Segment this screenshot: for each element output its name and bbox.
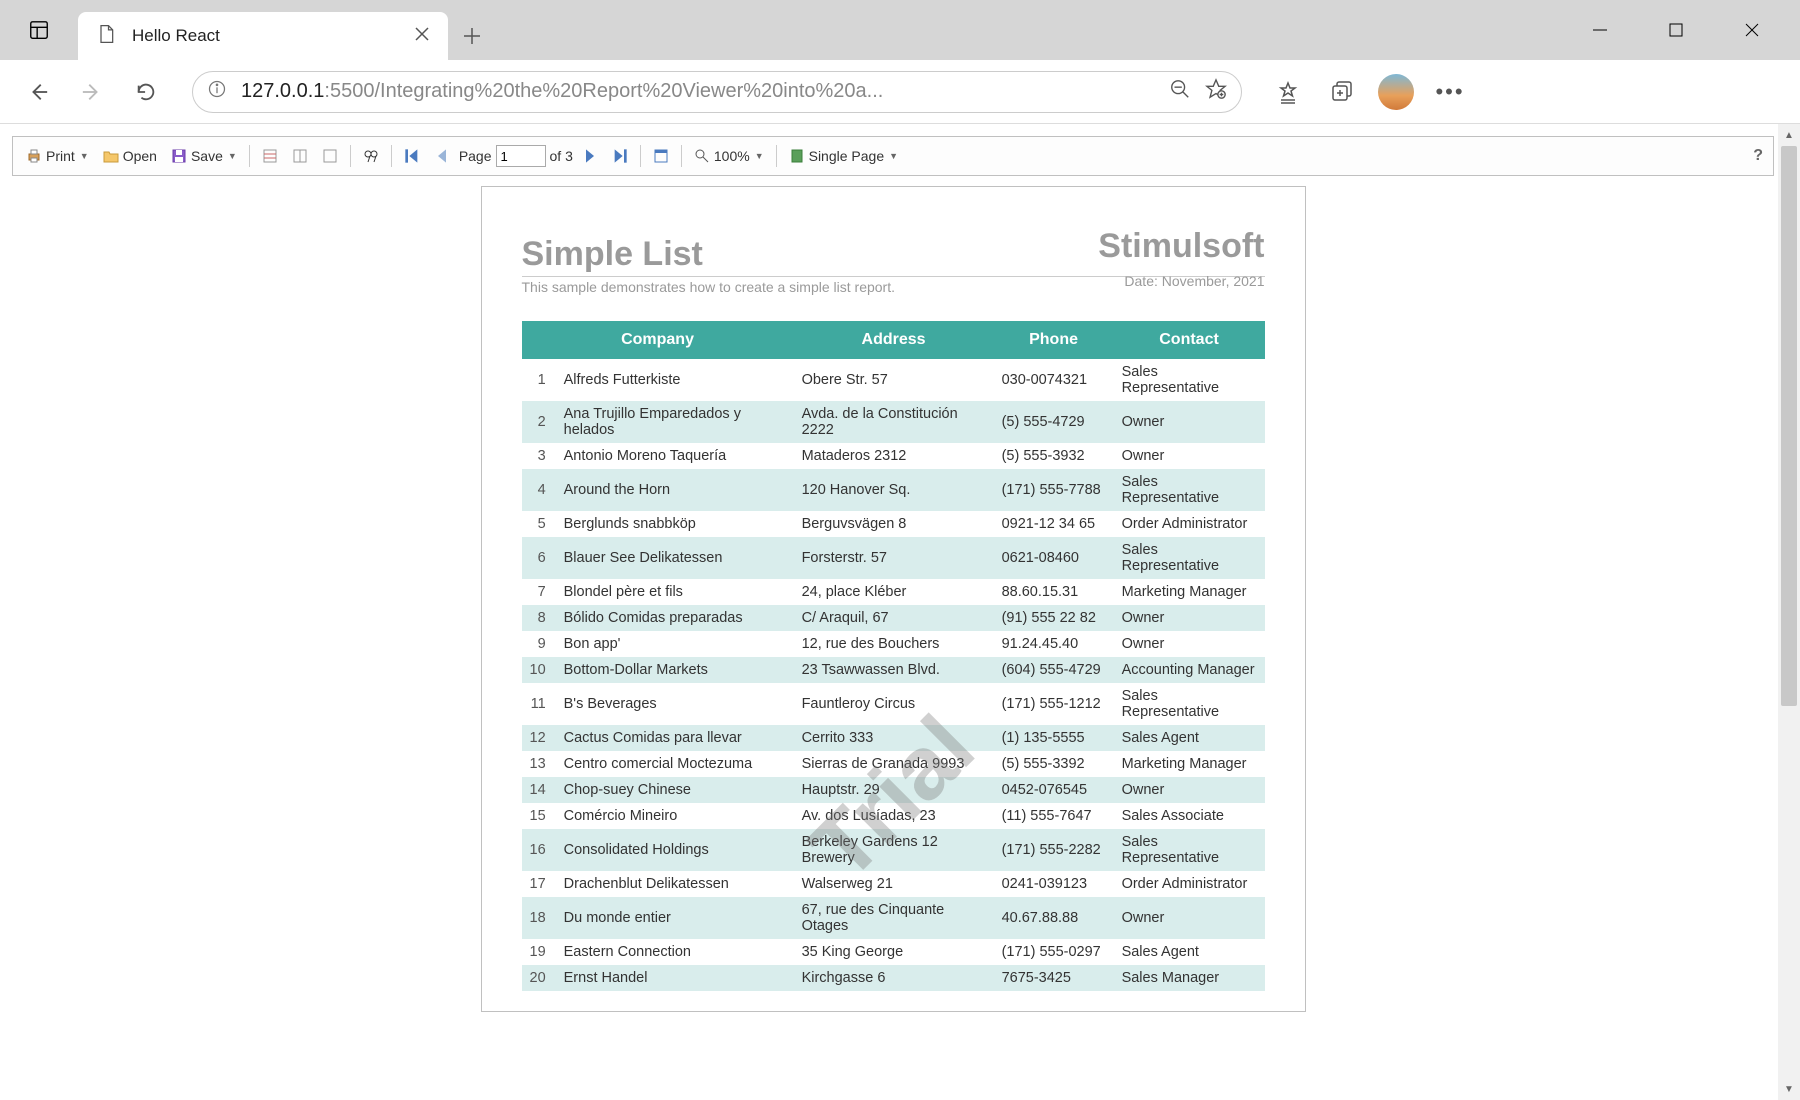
new-tab-button[interactable] xyxy=(448,12,496,60)
window-minimize-button[interactable] xyxy=(1582,12,1618,48)
table-row: 12Cactus Comidas para llevarCerrito 333(… xyxy=(522,725,1265,751)
table-row: 9Bon app'12, rue des Bouchers91.24.45.40… xyxy=(522,631,1265,657)
table-row: 19Eastern Connection35 King George(171) … xyxy=(522,939,1265,965)
table-row: 1Alfreds FutterkisteObere Str. 57030-007… xyxy=(522,359,1265,401)
col-company: Company xyxy=(522,321,794,359)
table-row: 5Berglunds snabbköpBerguvsvägen 80921-12… xyxy=(522,511,1265,537)
next-page-button[interactable] xyxy=(577,145,603,167)
table-row: 14Chop-suey ChineseHauptstr. 290452-0765… xyxy=(522,777,1265,803)
table-row: 20Ernst HandelKirchgasse 67675-3425Sales… xyxy=(522,965,1265,991)
prev-page-button[interactable] xyxy=(429,145,455,167)
col-contact: Contact xyxy=(1114,321,1265,359)
table-row: 8Bólido Comidas preparadasC/ Araquil, 67… xyxy=(522,605,1265,631)
page-content: Print▼ Open Save▼ Page of 3 100%▼ Single… xyxy=(0,124,1800,1100)
find-button[interactable] xyxy=(358,145,384,167)
scroll-down-button[interactable]: ▼ xyxy=(1778,1078,1800,1100)
menu-button[interactable]: ••• xyxy=(1432,74,1468,110)
design-layout-1-icon[interactable] xyxy=(257,145,283,167)
profile-avatar[interactable] xyxy=(1378,74,1414,110)
nav-refresh-button[interactable] xyxy=(128,74,164,110)
report-date: Date: November, 2021 xyxy=(1124,273,1264,289)
report-viewer-toolbar: Print▼ Open Save▼ Page of 3 100%▼ Single… xyxy=(12,136,1774,176)
window-titlebar: Hello React xyxy=(0,0,1800,60)
table-row: 7Blondel père et fils24, place Kléber88.… xyxy=(522,579,1265,605)
scroll-up-button[interactable]: ▲ xyxy=(1778,124,1800,146)
table-row: 18Du monde entier67, rue des Cinquante O… xyxy=(522,897,1265,939)
first-page-button[interactable] xyxy=(399,145,425,167)
tab-close-button[interactable] xyxy=(414,26,430,47)
scrollbar[interactable]: ▲ ▼ xyxy=(1778,124,1800,1100)
table-row: 11B's BeveragesFauntleroy Circus(171) 55… xyxy=(522,683,1265,725)
save-button[interactable]: Save▼ xyxy=(166,145,242,167)
table-row: 2Ana Trujillo Emparedados y heladosAvda.… xyxy=(522,401,1265,443)
page-input[interactable] xyxy=(496,145,546,167)
report-page: Simple List Stimulsoft This sample demon… xyxy=(481,186,1306,1012)
browser-tab[interactable]: Hello React xyxy=(78,12,448,60)
table-row: 6Blauer See DelikatessenForsterstr. 5706… xyxy=(522,537,1265,579)
open-button[interactable]: Open xyxy=(98,145,162,167)
table-row: 15Comércio MineiroAv. dos Lusíadas, 23(1… xyxy=(522,803,1265,829)
view-mode-dropdown[interactable]: Single Page▼ xyxy=(784,145,903,167)
scroll-thumb[interactable] xyxy=(1781,146,1797,706)
window-maximize-button[interactable] xyxy=(1658,12,1694,48)
col-address: Address xyxy=(794,321,994,359)
browser-toolbar: 127.0.0.1:5500/Integrating%20the%20Repor… xyxy=(0,60,1800,124)
report-table: Company Address Phone Contact 1Alfreds F… xyxy=(522,321,1265,991)
table-row: 4Around the Horn120 Hanover Sq.(171) 555… xyxy=(522,469,1265,511)
report-brand: Stimulsoft xyxy=(1098,227,1264,266)
table-row: 10Bottom-Dollar Markets23 Tsawwassen Blv… xyxy=(522,657,1265,683)
print-button[interactable]: Print▼ xyxy=(21,145,94,167)
page-of-label: of 3 xyxy=(550,148,573,164)
favorites-list-icon[interactable] xyxy=(1270,74,1306,110)
nav-back-button[interactable] xyxy=(20,74,56,110)
window-close-button[interactable] xyxy=(1734,12,1770,48)
fullscreen-button[interactable] xyxy=(648,145,674,167)
page-label: Page xyxy=(459,148,492,164)
table-row: 3Antonio Moreno TaqueríaMataderos 2312(5… xyxy=(522,443,1265,469)
last-page-button[interactable] xyxy=(607,145,633,167)
url-text: 127.0.0.1:5500/Integrating%20the%20Repor… xyxy=(241,80,1155,103)
collections-icon[interactable] xyxy=(1324,74,1360,110)
table-row: 17Drachenblut DelikatessenWalserweg 2102… xyxy=(522,871,1265,897)
favorite-icon[interactable] xyxy=(1205,78,1227,105)
design-layout-2-icon[interactable] xyxy=(287,145,313,167)
design-layout-3-icon[interactable] xyxy=(317,145,343,167)
address-bar[interactable]: 127.0.0.1:5500/Integrating%20the%20Repor… xyxy=(192,71,1242,113)
table-row: 13Centro comercial MoctezumaSierras de G… xyxy=(522,751,1265,777)
table-row: 16Consolidated HoldingsBerkeley Gardens … xyxy=(522,829,1265,871)
zoom-dropdown[interactable]: 100%▼ xyxy=(689,145,769,167)
tab-overview-button[interactable] xyxy=(18,9,60,51)
site-info-icon[interactable] xyxy=(207,79,227,104)
zoom-icon[interactable] xyxy=(1169,78,1191,105)
col-phone: Phone xyxy=(994,321,1114,359)
file-icon xyxy=(96,22,116,51)
help-button[interactable]: ? xyxy=(1753,147,1763,165)
nav-forward-button[interactable] xyxy=(74,74,110,110)
tab-title: Hello React xyxy=(132,26,398,46)
